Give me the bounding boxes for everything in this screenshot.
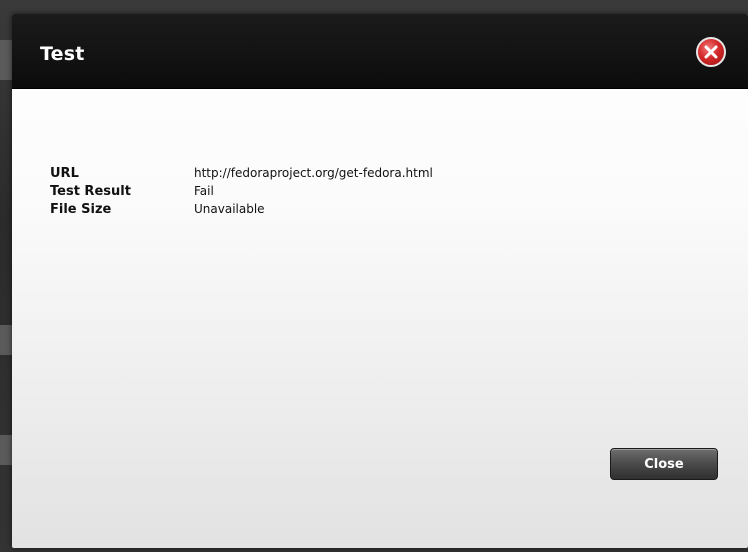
- field-label: URL: [50, 165, 79, 181]
- test-info: URL http://fedoraproject.org/get-fedora.…: [50, 164, 433, 218]
- backdrop-edge: [0, 40, 12, 80]
- field-value: Unavailable: [194, 202, 265, 216]
- backdrop-edge: [0, 325, 12, 355]
- field-value: Fail: [194, 184, 214, 198]
- backdrop-edge: [0, 435, 12, 465]
- dialog-titlebar: Test: [12, 14, 748, 89]
- close-x-icon[interactable]: [696, 37, 726, 67]
- dialog-title: Test: [40, 43, 85, 65]
- field-row-url: URL http://fedoraproject.org/get-fedora.…: [50, 164, 433, 182]
- x-mark-icon: [704, 45, 718, 59]
- test-dialog: Test URL http://fedoraproject.org/get-fe…: [12, 14, 748, 548]
- field-row-file-size: File Size Unavailable: [50, 200, 433, 218]
- close-button[interactable]: Close: [610, 448, 718, 480]
- field-row-test-result: Test Result Fail: [50, 182, 433, 200]
- field-label: Test Result: [50, 183, 131, 199]
- field-label: File Size: [50, 201, 112, 217]
- field-value: http://fedoraproject.org/get-fedora.html: [194, 166, 433, 180]
